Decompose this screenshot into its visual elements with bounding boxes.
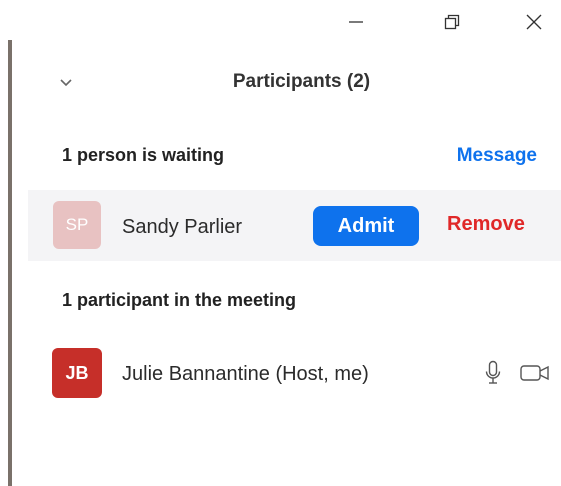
avatar: SP xyxy=(53,201,101,249)
microphone-button[interactable] xyxy=(482,359,504,387)
waiting-participant-name: Sandy Parlier xyxy=(122,216,243,238)
left-edge-stripe xyxy=(8,40,12,486)
in-meeting-heading: 1 participant in the meeting xyxy=(62,290,297,310)
waiting-room-heading: 1 person is waiting xyxy=(62,145,225,165)
close-button[interactable] xyxy=(520,8,548,36)
minimize-button[interactable] xyxy=(342,8,370,36)
panel-title: Participants (2) xyxy=(232,71,371,92)
video-camera-icon xyxy=(520,365,549,381)
avatar: JB xyxy=(52,348,102,398)
microphone-icon xyxy=(485,360,501,384)
participant-name: Julie Bannantine (Host, me) xyxy=(122,363,369,385)
minimize-icon xyxy=(349,21,363,23)
left-edge-bar xyxy=(0,0,12,486)
restore-button[interactable] xyxy=(438,8,466,36)
waiting-participant-row: SP Sandy Parlier Admit Remove xyxy=(28,190,561,261)
video-button[interactable] xyxy=(518,362,552,384)
message-button[interactable]: Message xyxy=(457,145,537,167)
participants-header: Participants (2) xyxy=(12,62,561,102)
admit-button[interactable]: Admit xyxy=(313,206,419,246)
close-icon xyxy=(526,14,542,30)
restore-icon xyxy=(444,14,460,30)
remove-button[interactable]: Remove xyxy=(447,213,525,236)
